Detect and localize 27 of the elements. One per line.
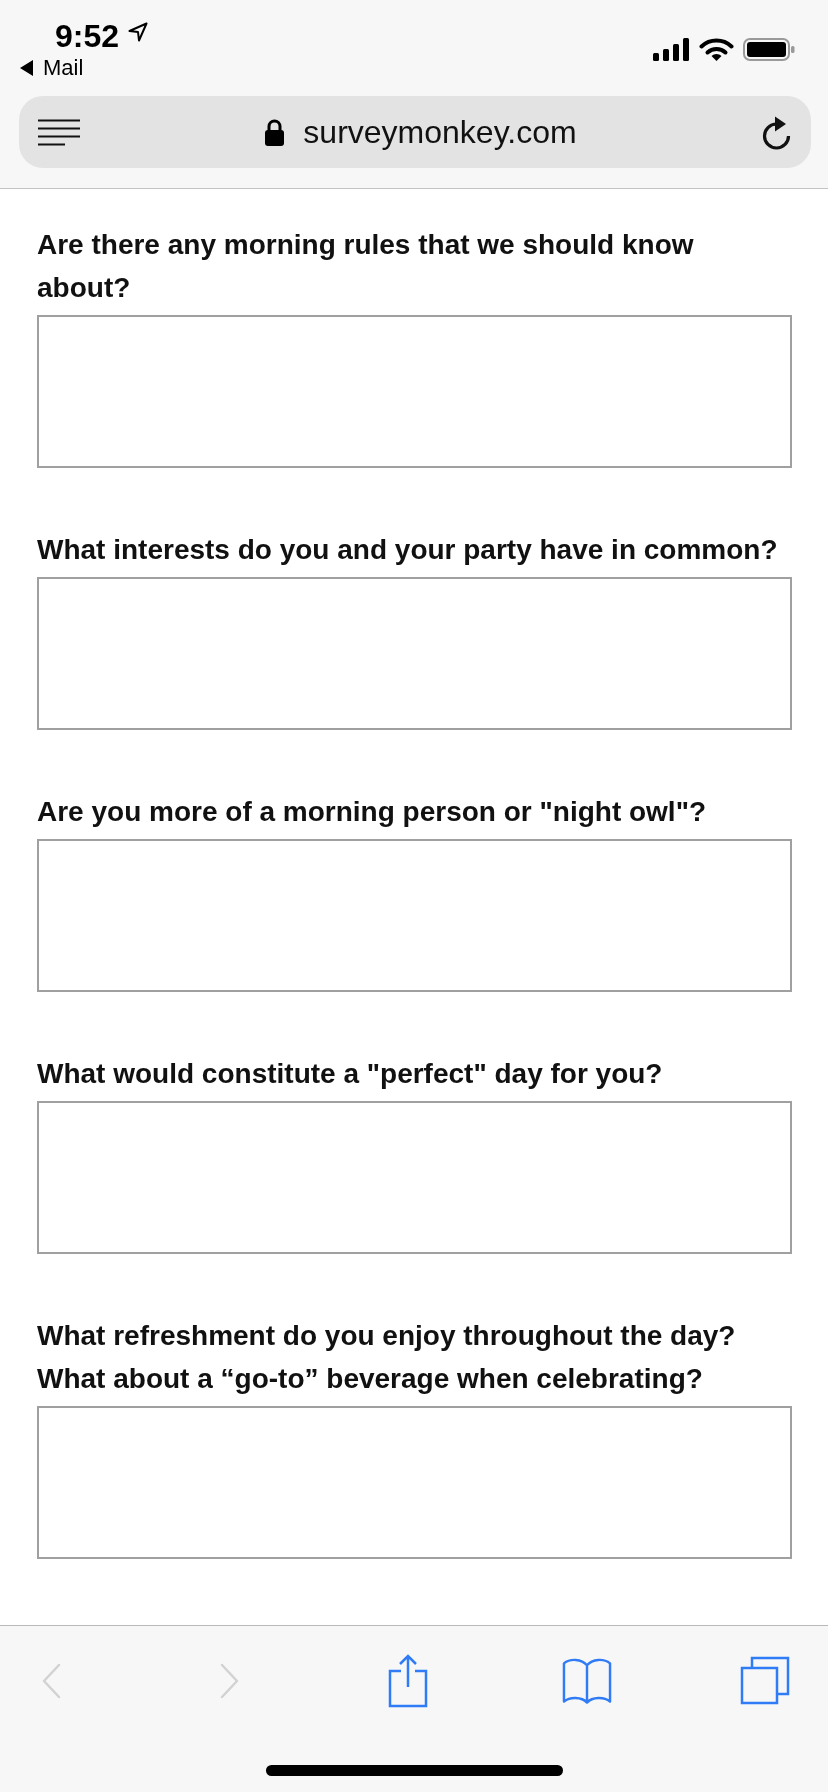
- url-text: surveymonkey.com: [303, 113, 577, 151]
- overlapping-squares-icon: [740, 1656, 790, 1706]
- location-arrow-icon: [128, 22, 149, 42]
- question-text: What interests do you and your party have in common?: [37, 533, 779, 567]
- signal-bars-icon: [653, 38, 690, 61]
- answer-box[interactable]: [37, 1101, 792, 1254]
- question-text: What refreshment do you enjoy throughout the day? What about a “go-to” beverage when celebrating?: [37, 1319, 737, 1396]
- question-text: Are you more of a morning person or "night owl"?: [37, 795, 708, 829]
- answer-box[interactable]: [37, 1406, 792, 1559]
- reader-lines-icon[interactable]: [38, 118, 80, 146]
- back-triangle-icon[interactable]: [20, 60, 33, 76]
- question-text: Are there any morning rules that we should know about?: [37, 228, 695, 305]
- lock-icon: [264, 118, 286, 146]
- address-bar[interactable]: surveymonkey.com: [19, 96, 811, 168]
- answer-box[interactable]: [37, 577, 792, 730]
- reload-icon[interactable]: [761, 114, 792, 150]
- chevron-right-icon: [219, 1663, 240, 1699]
- back-to-app-link[interactable]: Mail: [43, 55, 84, 81]
- wifi-icon: [699, 38, 734, 61]
- answer-box[interactable]: [37, 315, 792, 468]
- question-text: What would constitute a "perfect" day for you?: [37, 1057, 664, 1091]
- battery-icon: [743, 38, 795, 61]
- share-icon: [388, 1654, 428, 1708]
- chevron-left-icon: [41, 1663, 61, 1699]
- answer-box[interactable]: [37, 839, 792, 992]
- status-time: 9:52: [55, 18, 120, 54]
- open-book-icon: [561, 1657, 612, 1705]
